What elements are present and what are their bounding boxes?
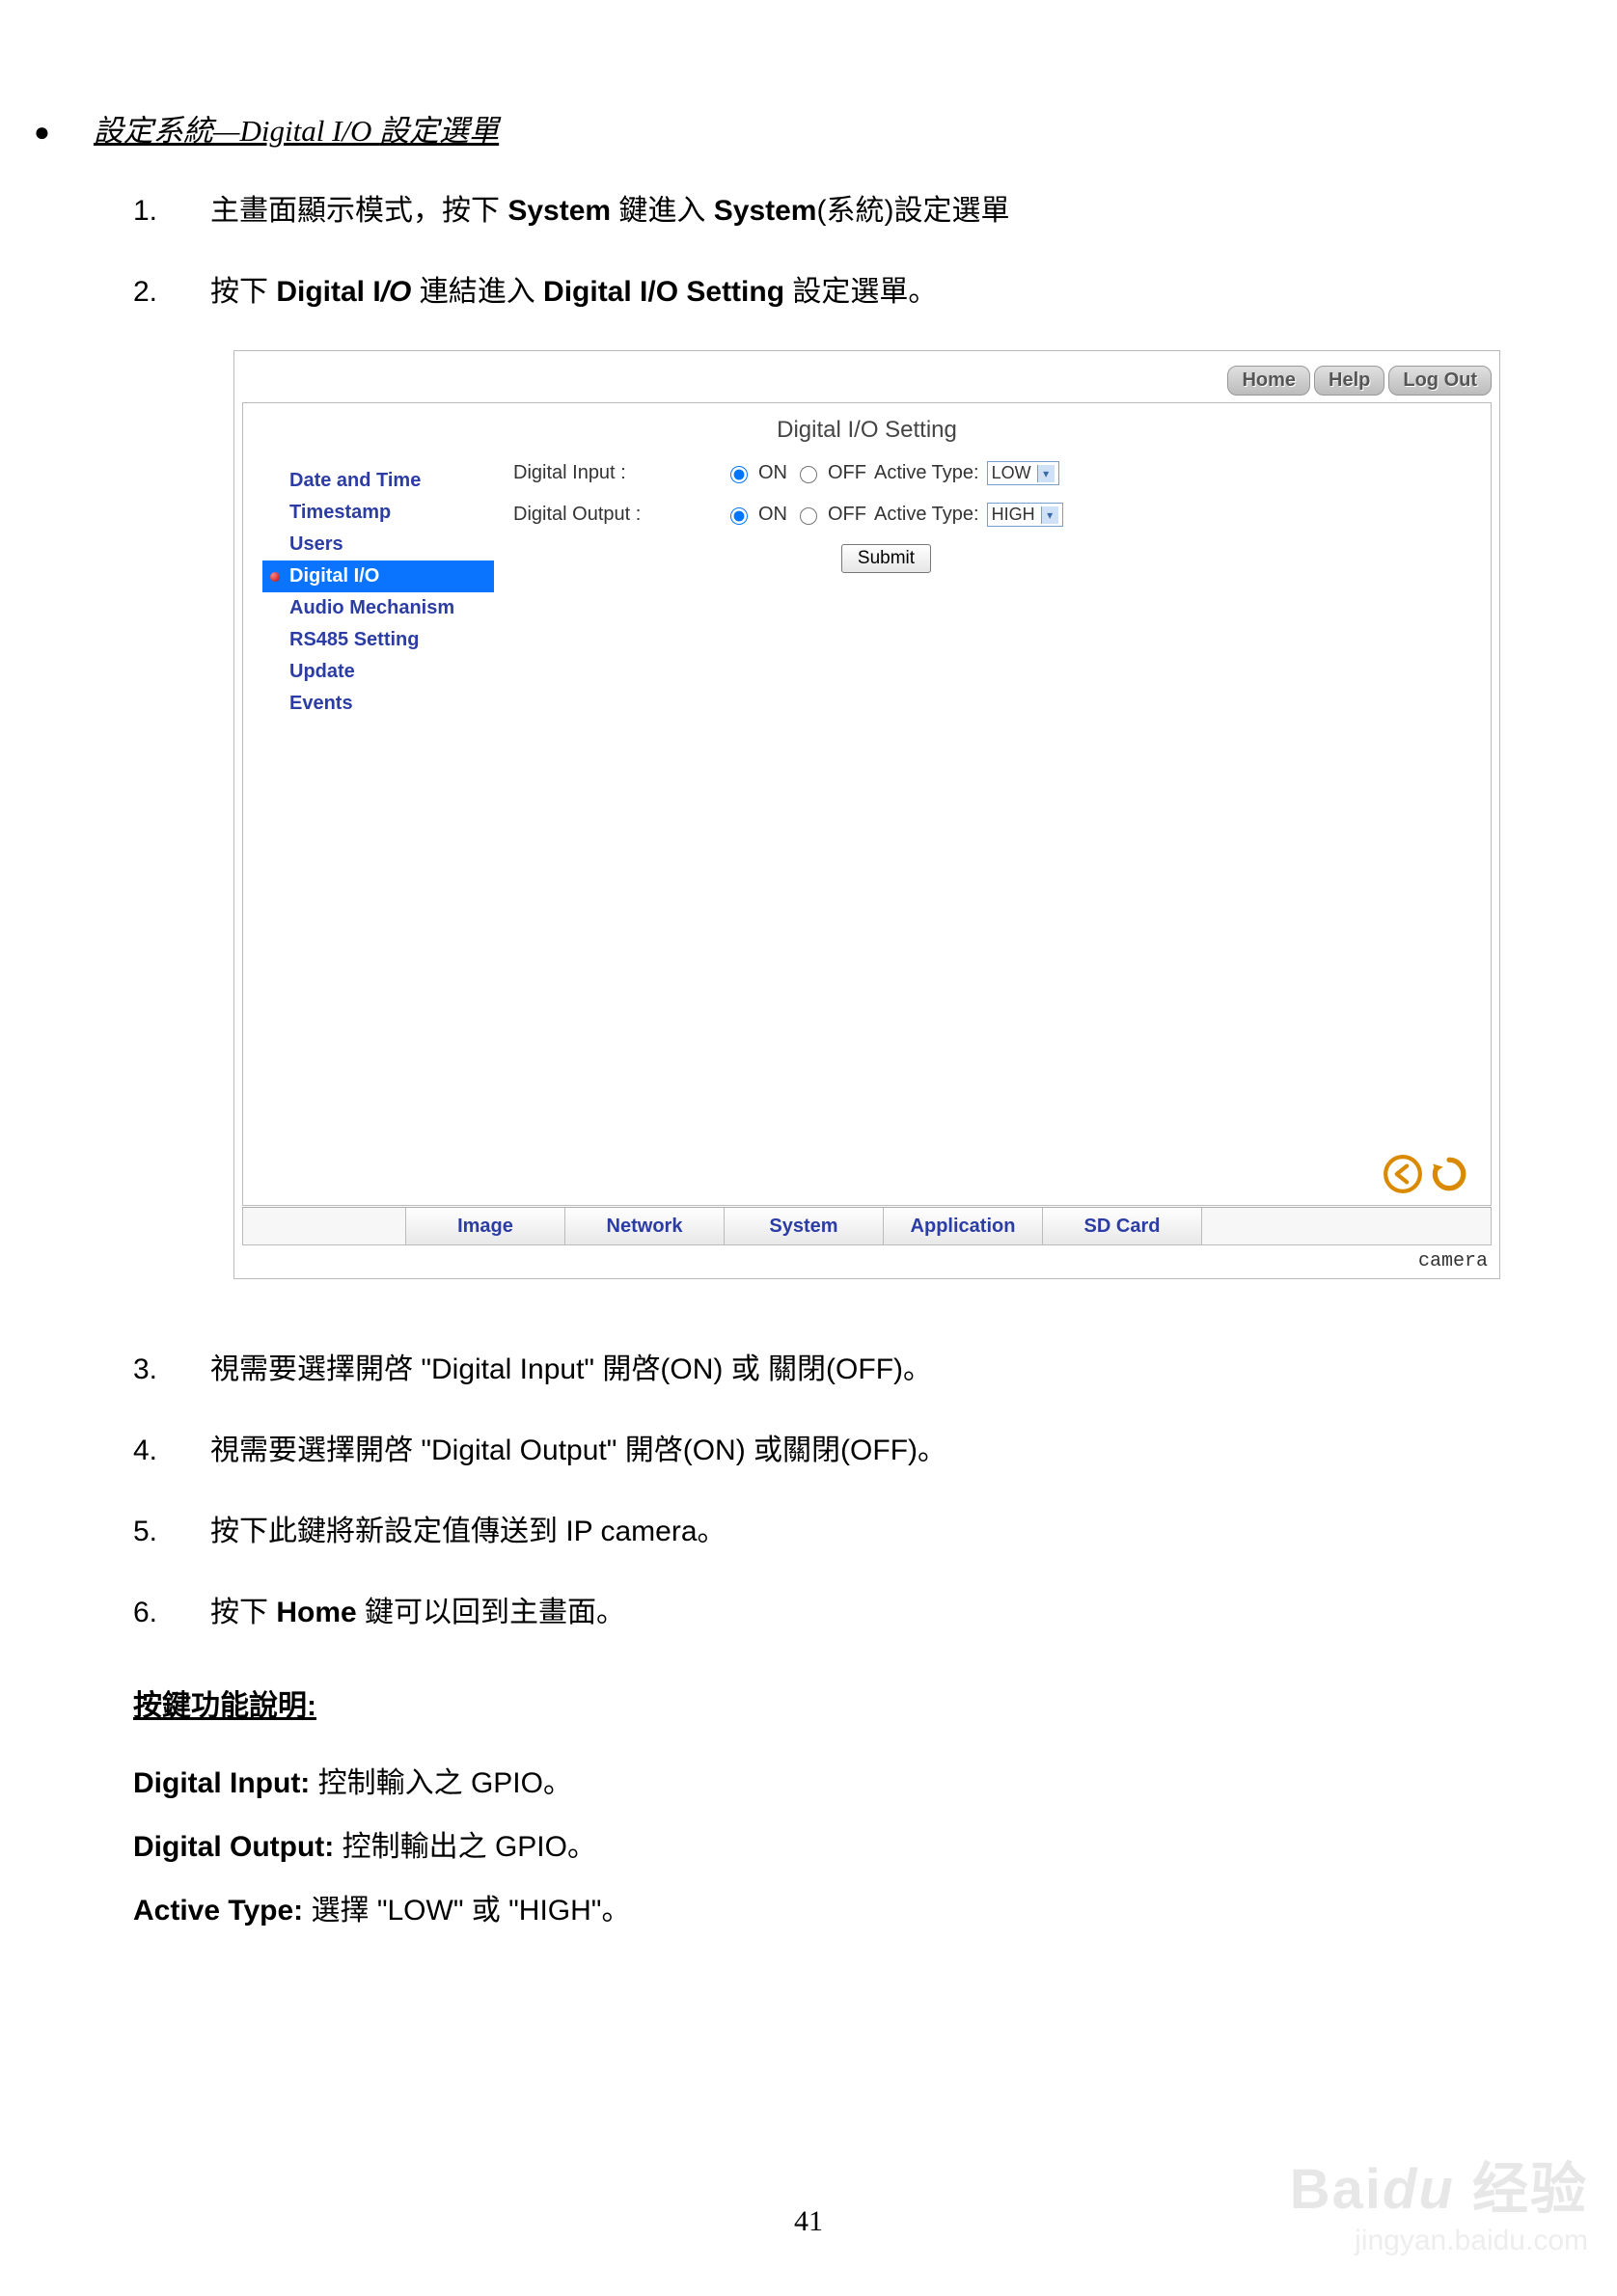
sidebar-item-update[interactable]: Update xyxy=(262,656,494,688)
embedded-screenshot: HomeHelpLog Out Digital I/O Setting Date… xyxy=(233,350,1500,1279)
description-item: Active Type: 選擇 "LOW" 或 "HIGH"。 xyxy=(133,1879,1583,1943)
bullet-icon: ● xyxy=(34,119,50,146)
sidebar-item-timestamp[interactable]: Timestamp xyxy=(262,497,494,529)
home-button[interactable]: Home xyxy=(1227,366,1310,396)
list-item: 5.按下此鍵將新設定值傳送到 IP camera。 xyxy=(133,1509,1583,1555)
form-row: Digital Output : ON OFF Active Type: HIGH▾ xyxy=(513,503,1471,527)
sidebar: Date and TimeTimestampUsersDigital I/OAu… xyxy=(262,461,494,720)
list-item: 3.視需要選擇開啓 "Digital Input" 開啓(ON) 或 關閉(OF… xyxy=(133,1347,1583,1393)
on-radio[interactable] xyxy=(730,466,748,483)
tab-network[interactable]: Network xyxy=(565,1208,725,1245)
sidebar-item-events[interactable]: Events xyxy=(262,688,494,720)
field-label: Digital Input : xyxy=(513,462,726,484)
off-label: OFF xyxy=(828,462,866,484)
sidebar-item-rs485-setting[interactable]: RS485 Setting xyxy=(262,624,494,656)
tab-application[interactable]: Application xyxy=(884,1208,1043,1245)
description-item: Digital Output: 控制輸出之 GPIO。 xyxy=(133,1816,1583,1879)
off-radio[interactable] xyxy=(800,507,817,525)
list-item: 4.視需要選擇開啓 "Digital Output" 開啓(ON) 或關閉(OF… xyxy=(133,1428,1583,1474)
list-item: 1.主畫面顯示模式，按下 System 鍵進入 System(系統)設定選單 xyxy=(133,188,1583,234)
field-label: Digital Output : xyxy=(513,504,726,526)
tab-sd-card[interactable]: SD Card xyxy=(1043,1208,1202,1245)
steps-list-top: 1.主畫面顯示模式，按下 System 鍵進入 System(系統)設定選單 2.… xyxy=(133,188,1583,315)
chevron-down-icon: ▾ xyxy=(1037,465,1055,482)
help-button[interactable]: Help xyxy=(1314,366,1384,396)
description-block: 按鍵功能說明: Digital Input: 控制輸入之 GPIO。Digita… xyxy=(133,1675,1583,1943)
on-label: ON xyxy=(758,504,787,526)
on-label: ON xyxy=(758,462,787,484)
back-icon[interactable] xyxy=(1383,1154,1423,1199)
list-item: 2.按下 Digital I/O 連結進入 Digital I/O Settin… xyxy=(133,269,1583,315)
sidebar-item-date-and-time[interactable]: Date and Time xyxy=(262,465,494,497)
active-type-label: Active Type: xyxy=(874,504,979,526)
log-out-button[interactable]: Log Out xyxy=(1388,366,1492,396)
steps-list-bottom: 3.視需要選擇開啓 "Digital Input" 開啓(ON) 或 關閉(OF… xyxy=(133,1347,1583,1636)
on-radio[interactable] xyxy=(730,507,748,525)
tab-system[interactable]: System xyxy=(725,1208,884,1245)
tab-image[interactable]: Image xyxy=(406,1208,565,1245)
sidebar-item-audio-mechanism[interactable]: Audio Mechanism xyxy=(262,592,494,624)
section-title: 設定系統—Digital I/O 設定選單 xyxy=(94,106,499,150)
description-item: Digital Input: 控制輸入之 GPIO。 xyxy=(133,1752,1583,1816)
watermark: Baidu 经验 jingyan.baidu.com xyxy=(1290,2144,1588,2257)
active-type-label: Active Type: xyxy=(874,462,979,484)
off-radio[interactable] xyxy=(800,466,817,483)
sidebar-item-users[interactable]: Users xyxy=(262,529,494,560)
active-type-select[interactable]: LOW▾ xyxy=(987,461,1059,485)
panel-title: Digital I/O Setting xyxy=(243,403,1491,461)
active-type-select[interactable]: HIGH▾ xyxy=(987,503,1063,527)
chevron-down-icon: ▾ xyxy=(1041,506,1058,524)
off-label: OFF xyxy=(828,504,866,526)
refresh-icon[interactable] xyxy=(1429,1154,1469,1199)
list-item: 6.按下 Home 鍵可以回到主畫面。 xyxy=(133,1590,1583,1636)
camera-label: camera xyxy=(1418,1250,1488,1272)
description-heading: 按鍵功能說明: xyxy=(133,1675,1583,1738)
form-row: Digital Input : ON OFF Active Type: LOW▾ xyxy=(513,461,1471,485)
sidebar-item-digital-i-o[interactable]: Digital I/O xyxy=(262,560,494,592)
submit-button[interactable]: Submit xyxy=(841,544,931,573)
